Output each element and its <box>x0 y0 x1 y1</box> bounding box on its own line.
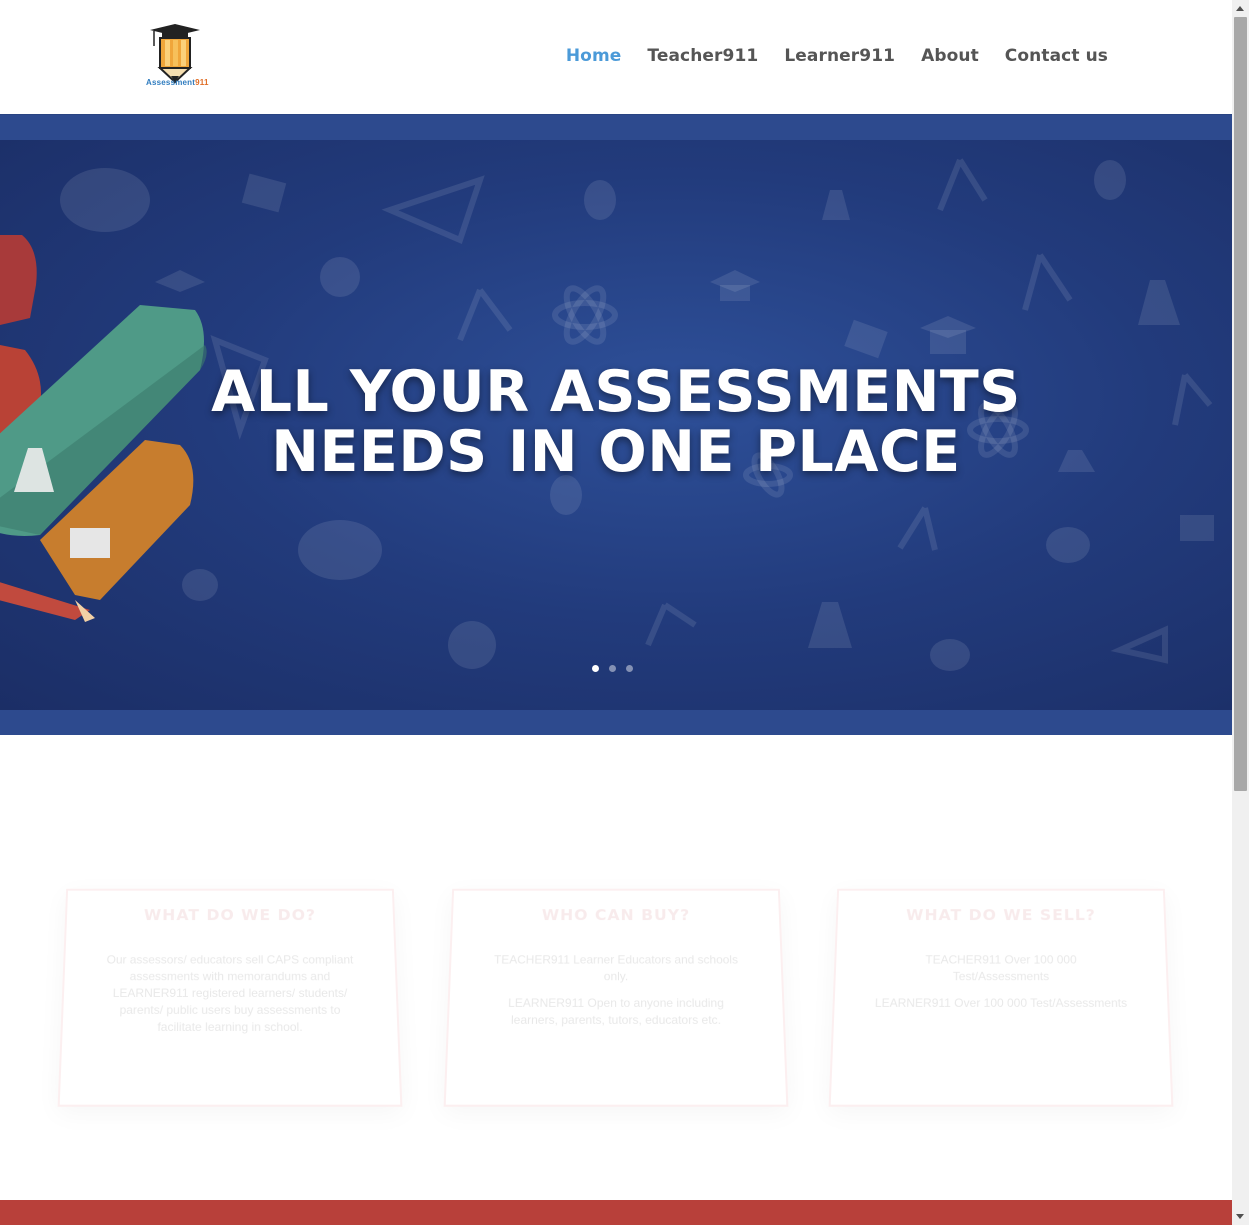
card-what-we-sell: WHAT DO WE SELL? TEACHER911 Over 100 000… <box>828 888 1174 1107</box>
card-text: TEACHER911 Learner Educators and schools… <box>493 952 739 984</box>
footer-band <box>0 1200 1232 1225</box>
card-text: LEARNER911 Over 100 000 Test/Assessments <box>874 995 1128 1010</box>
nav-contact-us[interactable]: Contact us <box>1005 46 1108 66</box>
slider-dot-1[interactable] <box>592 665 599 672</box>
card-text: Our assessors/ educators sell CAPS compl… <box>106 952 354 1034</box>
scroll-down-icon[interactable] <box>1236 1214 1244 1219</box>
logo-text-number: 911 <box>195 78 209 87</box>
card-text: LEARNER911 Open to anyone including lear… <box>507 995 725 1027</box>
slider-dot-2[interactable] <box>609 665 616 672</box>
main-nav: Home Teacher911 Learner911 About Contact… <box>566 46 1108 66</box>
nav-about[interactable]: About <box>921 46 979 66</box>
vertical-scrollbar[interactable] <box>1232 0 1249 1225</box>
card-who-can-buy: WHO CAN BUY? TEACHER911 Learner Educator… <box>443 888 789 1107</box>
hero-slider: ALL YOUR ASSESSMENTS NEEDS IN ONE PLACE <box>0 114 1232 735</box>
logo-text-main: Assessment <box>146 78 196 87</box>
hero-title-line1: ALL YOUR ASSESSMENTS <box>211 359 1021 425</box>
hero-slide: ALL YOUR ASSESSMENTS NEEDS IN ONE PLACE <box>0 140 1232 710</box>
card-text: TEACHER911 Over 100 000 Test/Assessments <box>925 952 1077 984</box>
slider-dots <box>592 665 633 672</box>
features-section: WHAT DO WE DO? Our assessors/ educators … <box>0 735 1232 1200</box>
slider-dot-3[interactable] <box>626 665 633 672</box>
card-title: WHAT DO WE SELL? <box>905 905 1097 924</box>
site-header: Assessment911 Home Teacher911 Learner911… <box>0 0 1232 114</box>
nav-teacher911[interactable]: Teacher911 <box>647 46 758 66</box>
nav-home[interactable]: Home <box>566 46 622 66</box>
card-what-we-do: WHAT DO WE DO? Our assessors/ educators … <box>57 888 403 1107</box>
nav-learner911[interactable]: Learner911 <box>784 46 895 66</box>
hero-title-line2: NEEDS IN ONE PLACE <box>271 419 961 485</box>
card-title: WHO CAN BUY? <box>541 905 691 924</box>
scroll-up-icon[interactable] <box>1236 6 1244 11</box>
card-title: WHAT DO WE DO? <box>143 905 317 924</box>
logo-text: Assessment911 <box>146 78 209 87</box>
scroll-thumb[interactable] <box>1234 17 1247 791</box>
hero-title: ALL YOUR ASSESSMENTS NEEDS IN ONE PLACE <box>0 362 1232 482</box>
